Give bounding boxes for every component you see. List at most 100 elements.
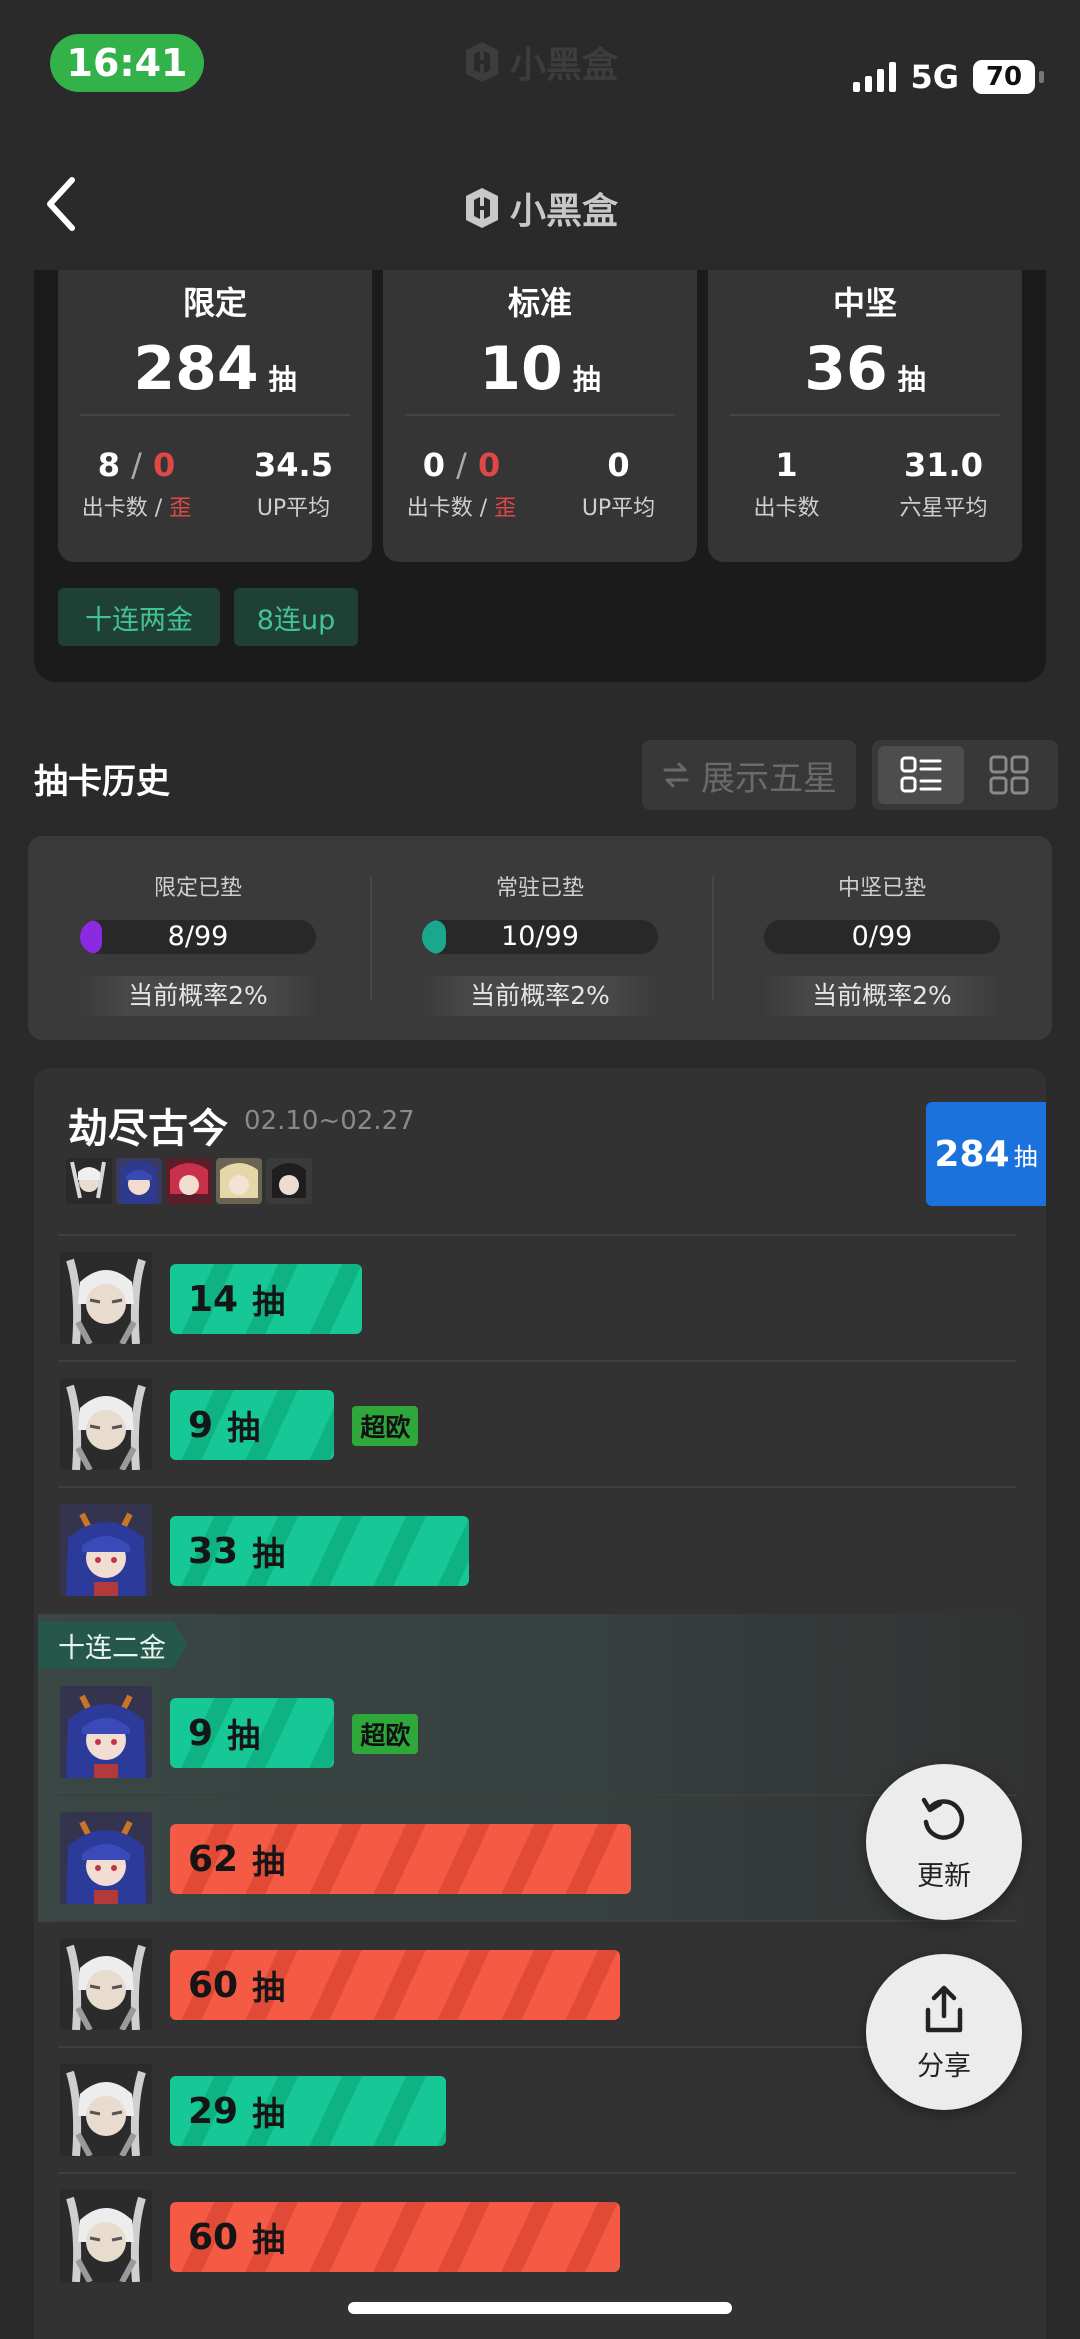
pull-row[interactable]: 9 抽超欧: [34, 1668, 1046, 1794]
grid-view-button[interactable]: [966, 746, 1052, 804]
swap-icon: [663, 762, 689, 788]
pull-unit: 抽: [227, 1716, 261, 1755]
row-divider: [58, 1794, 1016, 1796]
pull-count: 9: [188, 1404, 214, 1446]
lucky-badge: 超欧: [352, 1714, 419, 1754]
battery-tip: [1039, 71, 1044, 83]
pity-value: 0/99: [851, 921, 913, 952]
pity-standard: 常驻已垫 10/99 当前概率2%: [370, 836, 710, 1040]
home-indicator: [348, 2302, 732, 2314]
character-thumb[interactable]: [66, 1158, 112, 1204]
character-avatar[interactable]: [60, 1938, 152, 2030]
pity-rate: 当前概率2%: [420, 976, 660, 1016]
show-five-star-label: 展示五星: [701, 758, 837, 799]
pull-count: 62: [188, 1838, 239, 1880]
row-divider: [58, 1360, 1016, 1362]
banner-total-badge: 284 抽: [926, 1102, 1046, 1206]
pull-unit: 抽: [252, 1534, 286, 1573]
banner-characters: [66, 1158, 312, 1204]
character-avatar[interactable]: [60, 1252, 152, 1344]
tag-eight-streak-up: 8连up: [234, 588, 358, 646]
character-thumb[interactable]: [116, 1158, 162, 1204]
pity-limited: 限定已垫 8/99 当前概率2%: [28, 836, 368, 1040]
back-button[interactable]: [40, 174, 84, 234]
pull-count: 33: [188, 1530, 239, 1572]
battery-icon: 70: [973, 60, 1035, 94]
banner-name: 劫尽古今: [68, 1106, 228, 1152]
character-avatar[interactable]: [60, 1686, 152, 1778]
refresh-icon: [921, 1797, 965, 1840]
stat-total: 284 抽: [133, 334, 297, 404]
status-bar: 16:41 小黑盒 5G 70: [0, 0, 1080, 130]
tag-ten-pull-two-gold: 十连两金: [58, 588, 220, 646]
heybox-logo-icon: [466, 188, 498, 228]
character-avatar[interactable]: [60, 1812, 152, 1904]
status-indicators: 5G 70: [853, 58, 1044, 96]
pull-count-bar: 9抽: [170, 1698, 335, 1768]
banner-panel: 劫尽古今 02.10~02.27 284 抽 十连二金 14 抽 9 抽超欧 33 抽 9 抽超…: [34, 1068, 1046, 2339]
character-avatar[interactable]: [60, 2064, 152, 2156]
show-five-star-button[interactable]: 展示五星: [642, 740, 856, 810]
stat-title: 中坚: [832, 284, 897, 322]
character-thumb[interactable]: [266, 1158, 312, 1204]
list-view-button[interactable]: [878, 746, 964, 804]
pity-value: 10/99: [501, 921, 579, 952]
grid-view-icon: [989, 755, 1029, 795]
row-divider: [58, 1234, 1016, 1236]
character-avatar[interactable]: [60, 1504, 152, 1596]
character-thumb[interactable]: [216, 1158, 262, 1204]
pull-unit: 抽: [252, 2094, 286, 2133]
pull-unit: 抽: [252, 1842, 286, 1881]
pull-count: 60: [188, 1964, 239, 2006]
view-toggle: [872, 740, 1058, 810]
status-app-logo: 小黑盒: [462, 32, 618, 92]
pull-count-bar: 62 抽: [170, 1824, 632, 1894]
signal-icon: [853, 62, 897, 92]
pity-value: 8/99: [167, 921, 229, 952]
stat-card-core: 中坚 36 抽 1 出卡数 31.0 六星平均: [708, 270, 1022, 562]
pity-label: 限定已垫: [153, 876, 242, 901]
pity-progress-bar: 8/99: [80, 920, 316, 954]
character-avatar[interactable]: [60, 1378, 152, 1470]
ten-pull-group-label: 十连二金: [38, 1622, 188, 1668]
pull-row[interactable]: 60 抽: [34, 2172, 1046, 2298]
stat-cards-out: 0 / 0 出卡数 / 歪: [406, 446, 517, 521]
pull-row[interactable]: 33 抽: [34, 1486, 1046, 1612]
pull-count: 29: [188, 2090, 239, 2132]
stat-title: 标准: [507, 284, 572, 322]
pull-row[interactable]: 9 抽超欧: [34, 1360, 1046, 1486]
list-view-icon: [900, 756, 942, 793]
pity-progress-bar: 10/99: [422, 920, 658, 954]
share-icon: [925, 1985, 963, 2032]
pity-label: 常驻已垫: [495, 876, 584, 901]
stat-card-limited: 限定 284 抽 8 / 0 出卡数 / 歪 34.5 UP平均: [58, 270, 372, 562]
nav-bar: 小黑盒: [0, 130, 1080, 270]
stat-total: 36 抽: [804, 334, 926, 404]
pity-panel: 限定已垫 8/99 当前概率2% 常驻已垫 10/99 当前概率2% 中坚已垫 …: [28, 836, 1052, 1040]
stat-up-average: 0 UP平均: [581, 446, 656, 521]
summary-panel: 限定 284 抽 8 / 0 出卡数 / 歪 34.5 UP平均 标准 10 抽 0…: [34, 270, 1046, 682]
pity-label: 中坚已垫: [837, 876, 926, 901]
pull-unit: 抽: [252, 1282, 286, 1321]
stat-cards-out: 1 出卡数: [753, 446, 820, 521]
refresh-button[interactable]: 更新: [866, 1764, 1022, 1920]
pity-rate: 当前概率2%: [78, 976, 318, 1016]
character-thumb[interactable]: [166, 1158, 212, 1204]
pull-unit: 抽: [252, 2220, 286, 2259]
stat-up-average: 34.5 UP平均: [254, 446, 333, 521]
pity-rate: 当前概率2%: [762, 976, 1002, 1016]
character-avatar[interactable]: [60, 2190, 152, 2282]
pull-count: 14: [188, 1278, 239, 1320]
pull-count-bar: 60 抽: [170, 1950, 620, 2020]
stat-card-standard: 标准 10 抽 0 / 0 出卡数 / 歪 0 UP平均: [383, 270, 697, 562]
pull-count: 9: [188, 1712, 214, 1754]
share-button[interactable]: 分享: [866, 1954, 1022, 2110]
pity-core: 中坚已垫 0/99 当前概率2%: [712, 836, 1052, 1040]
stat-six-star-average: 31.0 六星平均: [899, 446, 988, 521]
pull-row[interactable]: 14 抽: [34, 1234, 1046, 1360]
pull-count-bar: 60 抽: [170, 2202, 620, 2272]
network-type: 5G: [910, 58, 959, 96]
row-divider: [58, 1486, 1016, 1488]
pull-count-bar: 9抽: [170, 1390, 335, 1460]
banner-date: 02.10~02.27: [244, 1106, 415, 1136]
